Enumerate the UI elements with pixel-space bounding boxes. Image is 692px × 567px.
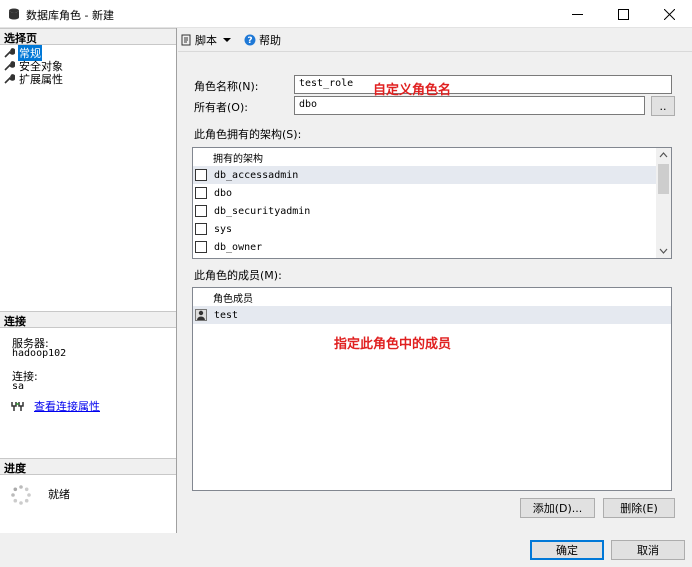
schema-row-db-accessadmin[interactable]: db_accessadmin (193, 166, 656, 184)
schemas-label: 此角色拥有的架构(S): (194, 128, 302, 141)
window-title: 数据库角色 - 新建 (26, 9, 114, 22)
role-name-input[interactable]: test_role (294, 75, 672, 94)
progress-status: 就绪 (48, 488, 70, 501)
script-button[interactable]: 脚本 (180, 32, 236, 48)
chevron-down-icon (223, 37, 231, 42)
ok-button[interactable]: 确定 (530, 540, 604, 560)
schema-name: sys (214, 223, 233, 235)
script-label: 脚本 (195, 33, 217, 47)
script-icon (181, 34, 191, 45)
schema-row-db-owner[interactable]: db_owner (193, 238, 656, 256)
members-header: 角色成员 (213, 294, 253, 305)
help-icon: ? (244, 34, 256, 46)
help-label: 帮助 (259, 33, 281, 47)
nav-item-extended-properties[interactable]: 扩展属性 (4, 72, 64, 86)
schema-checkbox[interactable] (195, 241, 207, 253)
connection-plug-icon (11, 402, 24, 411)
schemas-grid: 拥有的架构 db_accessadmin dbo db_securityadmi… (192, 147, 672, 259)
owner-input[interactable]: dbo (294, 96, 645, 115)
schema-checkbox[interactable] (195, 205, 207, 217)
schema-checkbox[interactable] (195, 169, 207, 181)
role-name-label: 角色名称(N): (194, 80, 259, 93)
annotation-members: 指定此角色中的成员 (334, 337, 452, 352)
close-icon (663, 8, 675, 20)
schema-checkbox[interactable] (195, 223, 207, 235)
schema-name: db_owner (214, 241, 263, 253)
left-pane: 选择页 常规 安全对象 扩展属性 连接 服务器: hadoop102 连接: s… (0, 28, 177, 533)
maximize-icon (617, 8, 629, 20)
schemas-header: 拥有的架构 (213, 154, 263, 165)
scroll-up-icon (659, 152, 668, 158)
right-pane: 脚本 ? 帮助 角色名称(N): test_role 自定义角色名 所有者(O)… (178, 28, 692, 533)
minimize-icon (571, 13, 583, 15)
owner-browse-button[interactable]: .. (651, 96, 675, 116)
server-value: hadoop102 (12, 348, 67, 359)
database-icon (9, 8, 19, 20)
view-connection-properties[interactable]: 查看连接属性 (10, 398, 100, 414)
schema-name: db_securityadmin (214, 205, 311, 217)
add-member-button[interactable]: 添加(D)... (520, 498, 595, 518)
schema-row-dbo[interactable]: dbo (193, 184, 656, 202)
maximize-button[interactable] (600, 0, 646, 28)
wrench-icon (4, 74, 15, 84)
scroll-down-icon (659, 248, 668, 254)
schema-name: db_accessadmin (214, 169, 299, 181)
close-button[interactable] (646, 0, 692, 28)
members-grid: 角色成员 test (192, 287, 672, 491)
members-label: 此角色的成员(M): (194, 269, 282, 282)
toolbar: 脚本 ? 帮助 (178, 28, 692, 52)
wrench-icon (4, 61, 15, 71)
svg-text:?: ? (247, 36, 252, 46)
wrench-icon (4, 48, 15, 58)
schemas-scrollbar[interactable] (656, 148, 671, 258)
progress-spinner-icon (11, 485, 31, 505)
progress-header: 进度 (0, 458, 176, 475)
schema-row-db-securityadmin[interactable]: db_securityadmin (193, 202, 656, 220)
member-name: test (214, 309, 239, 321)
progress-status-row: 就绪 (10, 484, 70, 506)
nav-item-label: 扩展属性 (19, 72, 63, 86)
user-icon (195, 309, 207, 321)
schema-checkbox[interactable] (195, 187, 207, 199)
title-bar: 数据库角色 - 新建 (0, 0, 692, 28)
view-connection-link[interactable]: 查看连接属性 (34, 398, 100, 414)
cancel-button[interactable]: 取消 (611, 540, 685, 560)
schema-name: dbo (214, 187, 233, 199)
connection-value: sa (12, 381, 25, 392)
owner-label: 所有者(O): (194, 101, 248, 114)
schemas-scroll-thumb[interactable] (658, 164, 669, 194)
dialog-footer: 确定 取消 (0, 533, 692, 567)
connection-header: 连接 (0, 311, 176, 328)
minimize-button[interactable] (554, 0, 600, 28)
schema-row-sys[interactable]: sys (193, 220, 656, 238)
select-page-header: 选择页 (0, 28, 176, 45)
member-row-test[interactable]: test (193, 306, 671, 324)
help-button[interactable]: ? 帮助 (244, 32, 281, 48)
remove-member-button[interactable]: 删除(E) (603, 498, 675, 518)
